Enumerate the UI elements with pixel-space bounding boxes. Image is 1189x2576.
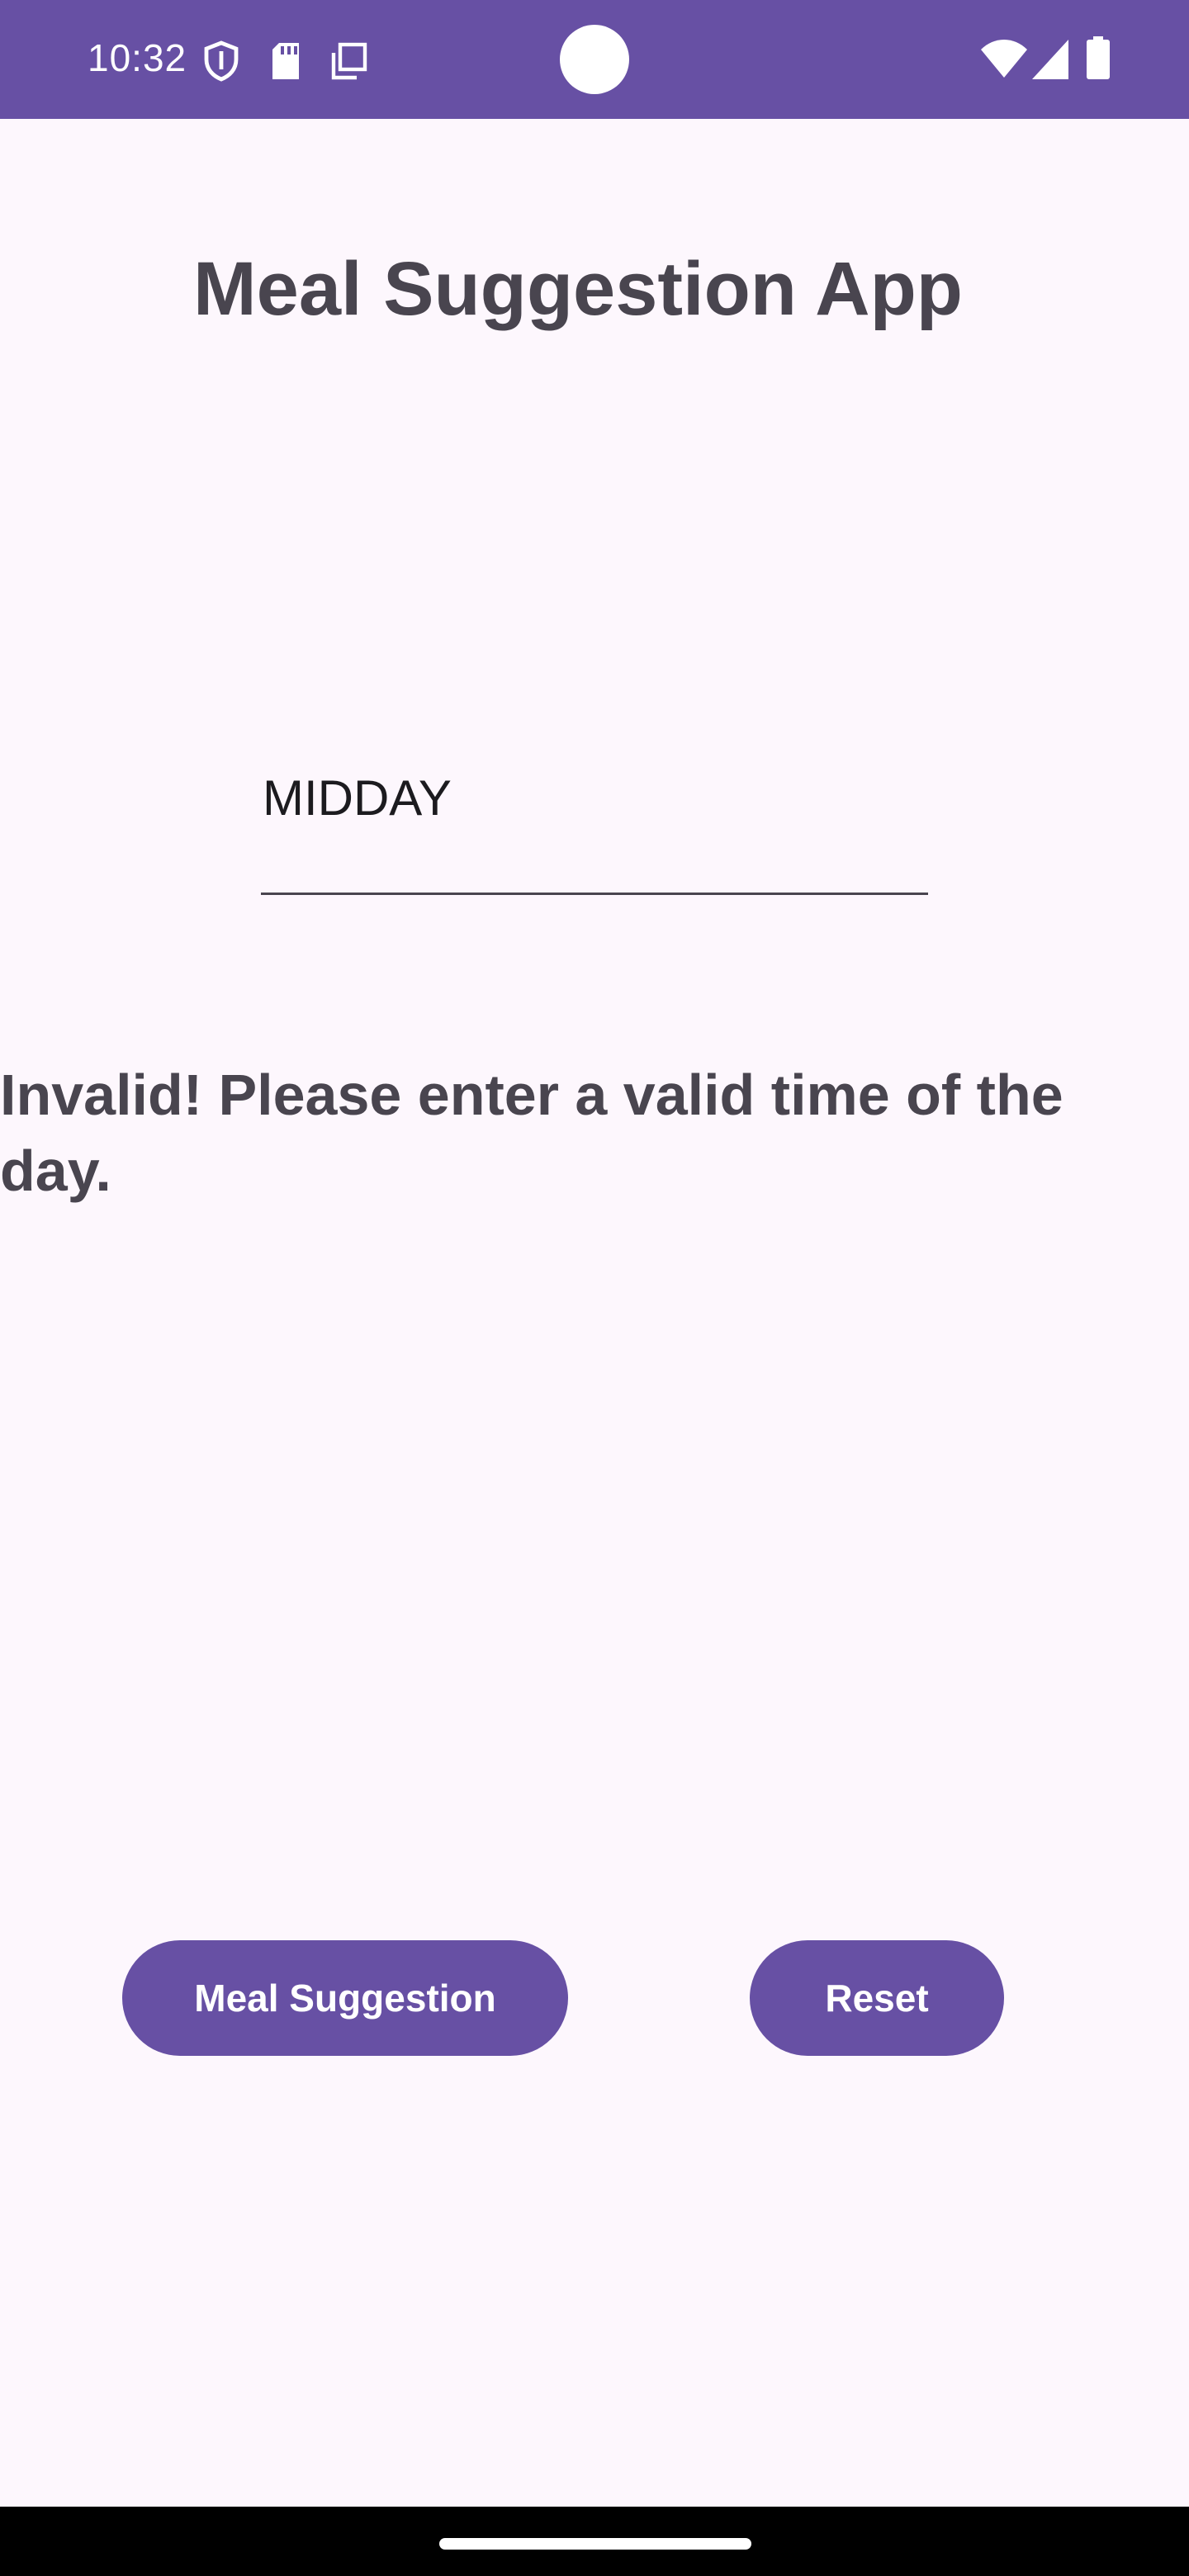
navigation-bar <box>0 2507 1189 2576</box>
meal-suggestion-button[interactable]: Meal Suggestion <box>122 1940 568 2056</box>
status-time: 10:32 <box>88 36 187 79</box>
time-of-day-input[interactable] <box>261 743 928 895</box>
home-gesture-handle[interactable] <box>439 2538 751 2550</box>
signal-icon <box>1032 40 1068 79</box>
battery-icon <box>1087 36 1110 79</box>
status-bar: 10:32 <box>0 0 1189 119</box>
validation-message: Invalid! Please enter a valid time of th… <box>0 1063 1063 1203</box>
reset-button[interactable]: Reset <box>750 1940 1004 2056</box>
sd-card-icon <box>272 43 299 79</box>
camera-cutout <box>560 25 629 94</box>
app-title: Meal Suggestion App <box>193 247 963 331</box>
wifi-icon <box>981 40 1027 78</box>
copy-icon <box>331 42 367 80</box>
shield-icon <box>204 40 239 82</box>
